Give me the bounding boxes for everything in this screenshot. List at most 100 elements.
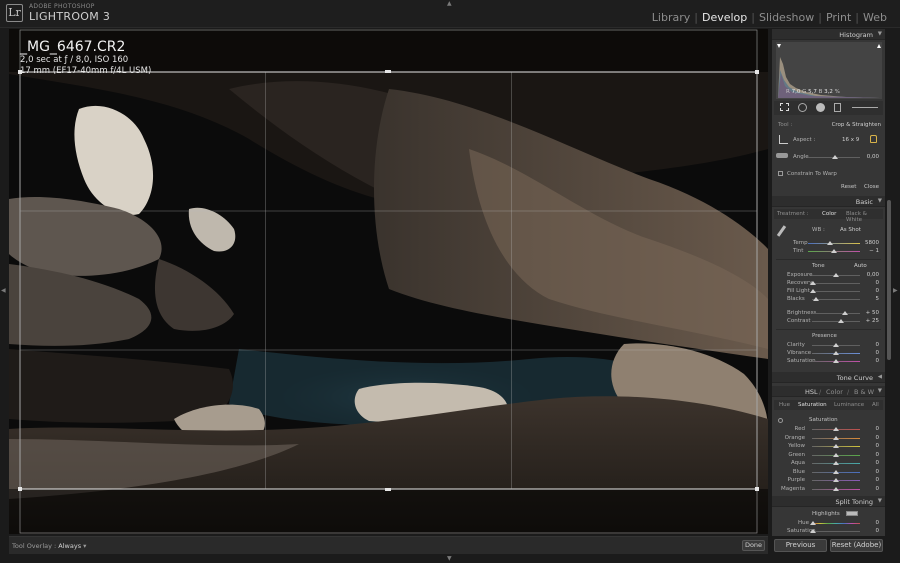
blacks-slider-thumb[interactable]	[813, 297, 819, 301]
hsl-blue-slider-thumb[interactable]	[833, 469, 839, 474]
crop-close-button[interactable]: Close	[864, 184, 879, 190]
wb-value[interactable]: As Shot	[840, 227, 861, 233]
auto-tone-button[interactable]: Auto	[854, 263, 867, 269]
saturation-slider-thumb[interactable]	[833, 359, 839, 363]
tint-value[interactable]: − 1	[861, 248, 879, 254]
crop-tool-icon[interactable]	[780, 103, 789, 111]
vibrance-slider-thumb[interactable]	[833, 351, 839, 355]
hsl-blue-value[interactable]: 0	[861, 469, 880, 475]
blacks-slider-track[interactable]	[812, 299, 860, 300]
hsl-red-value[interactable]: 0	[861, 426, 880, 432]
split-toning-title: Split Toning	[835, 498, 874, 506]
module-develop[interactable]: Develop	[699, 11, 750, 24]
panel-scrollbar[interactable]	[887, 200, 891, 360]
brightness-slider-thumb[interactable]	[842, 311, 848, 315]
treatment-color-option[interactable]: Color	[822, 211, 836, 217]
clarity-slider-thumb[interactable]	[833, 343, 839, 347]
blacks-value[interactable]: 5	[861, 296, 880, 302]
recovery-value[interactable]: 0	[861, 280, 880, 286]
crop-frame-icon[interactable]	[779, 135, 788, 144]
contrast-label: Contrast	[787, 318, 811, 324]
contrast-slider-thumb[interactable]	[838, 319, 844, 323]
hsl-magenta-value[interactable]: 0	[861, 486, 880, 492]
tone-curve-panel-header[interactable]: Tone Curve ◀	[772, 372, 885, 383]
angle-value[interactable]: 0,00	[861, 154, 879, 160]
split-saturation-slider-thumb[interactable]	[810, 529, 816, 533]
exposure-value[interactable]: 0,00	[861, 272, 879, 278]
hsl-orange-slider-thumb[interactable]	[833, 435, 839, 440]
module-web[interactable]: Web	[860, 11, 890, 24]
spot-removal-icon[interactable]	[798, 103, 807, 112]
photo-canvas[interactable]: _MG_6467.CR2 2,0 sec at ƒ / 8,0, ISO 160…	[9, 29, 768, 534]
bw-tab[interactable]: B & W	[854, 388, 874, 396]
hsl-subtab-all[interactable]: All	[872, 402, 879, 408]
histogram-panel-header[interactable]: Histogram ▼	[772, 29, 885, 40]
aspect-value[interactable]: 16 x 9	[842, 137, 859, 143]
top-panel-toggle-icon[interactable]: ▲	[447, 1, 452, 7]
red-eye-icon[interactable]	[816, 103, 825, 112]
split-saturation-slider-track[interactable]	[812, 531, 860, 532]
vibrance-value[interactable]: 0	[861, 350, 880, 356]
lock-icon[interactable]	[870, 135, 877, 143]
hsl-aqua-slider-thumb[interactable]	[833, 461, 839, 465]
adjustment-brush-icon[interactable]	[852, 107, 878, 108]
hsl-green-slider-thumb[interactable]	[833, 452, 839, 457]
temp-slider-thumb[interactable]	[827, 241, 833, 245]
module-slideshow[interactable]: Slideshow	[756, 11, 817, 24]
hsl-purple-value[interactable]: 0	[861, 477, 880, 483]
hsl-panel-header[interactable]: HSL / Color / B & W ▼	[772, 386, 885, 397]
module-library[interactable]: Library	[649, 11, 693, 24]
crop-reset-button[interactable]: Reset	[841, 184, 856, 190]
temp-value[interactable]: 5800	[861, 240, 879, 246]
hsl-purple-slider-thumb[interactable]	[833, 478, 839, 482]
treatment-bw-option[interactable]: Black & White	[846, 211, 883, 223]
split-hue-slider-track[interactable]	[812, 523, 860, 524]
right-panel-toggle-icon[interactable]: ▶	[893, 288, 898, 294]
angle-slider-thumb[interactable]	[832, 155, 838, 159]
color-tab[interactable]: Color	[826, 388, 843, 396]
fill-light-slider-thumb[interactable]	[810, 289, 816, 293]
bottom-panel-toggle-icon[interactable]: ▼	[447, 556, 452, 562]
hsl-tab[interactable]: HSL	[805, 388, 818, 396]
contrast-slider-track[interactable]	[812, 321, 860, 322]
recovery-slider-thumb[interactable]	[810, 281, 816, 285]
split-hue-value[interactable]: 0	[861, 520, 880, 526]
split-hue-slider-thumb[interactable]	[810, 521, 816, 525]
hsl-magenta-slider-thumb[interactable]	[833, 486, 839, 491]
hsl-yellow-slider-thumb[interactable]	[833, 444, 839, 448]
tint-slider-thumb[interactable]	[831, 249, 837, 253]
done-button[interactable]: Done	[742, 540, 765, 551]
white-balance-picker-icon[interactable]	[776, 225, 787, 237]
exposure-slider-thumb[interactable]	[833, 273, 839, 277]
hsl-subtab-saturation[interactable]: Saturation	[798, 402, 827, 408]
saturation-value[interactable]: 0	[861, 358, 880, 364]
split-saturation-value[interactable]: 0	[861, 528, 880, 534]
constrain-checkbox[interactable]	[778, 171, 783, 176]
contrast-value[interactable]: + 25	[861, 318, 879, 324]
module-print[interactable]: Print	[823, 11, 854, 24]
straighten-tool-icon[interactable]	[776, 153, 788, 158]
fill-light-slider-track[interactable]	[812, 291, 860, 292]
recovery-slider-track[interactable]	[812, 283, 860, 284]
fill-light-value[interactable]: 0	[861, 288, 880, 294]
hsl-subtab-luminance[interactable]: Luminance	[834, 402, 864, 408]
hsl-subtab-hue[interactable]: Hue	[779, 402, 790, 408]
brightness-value[interactable]: + 50	[861, 310, 879, 316]
hsl-green-value[interactable]: 0	[861, 452, 880, 458]
hsl-aqua-value[interactable]: 0	[861, 460, 880, 466]
hsl-orange-value[interactable]: 0	[861, 435, 880, 441]
temp-slider-track[interactable]	[808, 243, 860, 244]
clarity-value[interactable]: 0	[861, 342, 880, 348]
reset-adobe-button[interactable]: Reset (Adobe)	[830, 539, 883, 552]
hsl-red-slider-thumb[interactable]	[833, 427, 839, 431]
split-toning-panel-header[interactable]: Split Toning ▼	[772, 496, 885, 507]
basic-panel-header[interactable]: Basic ▼	[772, 196, 885, 207]
tool-overlay-selector[interactable]: Tool Overlay : Always ▾	[12, 542, 86, 550]
graduated-filter-icon[interactable]	[834, 103, 841, 112]
left-panel-toggle-icon[interactable]: ◀	[1, 288, 6, 294]
previous-button[interactable]: Previous	[774, 539, 827, 552]
brightness-slider-track[interactable]	[812, 313, 860, 314]
target-adjust-icon[interactable]	[778, 418, 783, 423]
hsl-yellow-value[interactable]: 0	[861, 443, 880, 449]
highlights-color-swatch[interactable]	[846, 511, 858, 516]
